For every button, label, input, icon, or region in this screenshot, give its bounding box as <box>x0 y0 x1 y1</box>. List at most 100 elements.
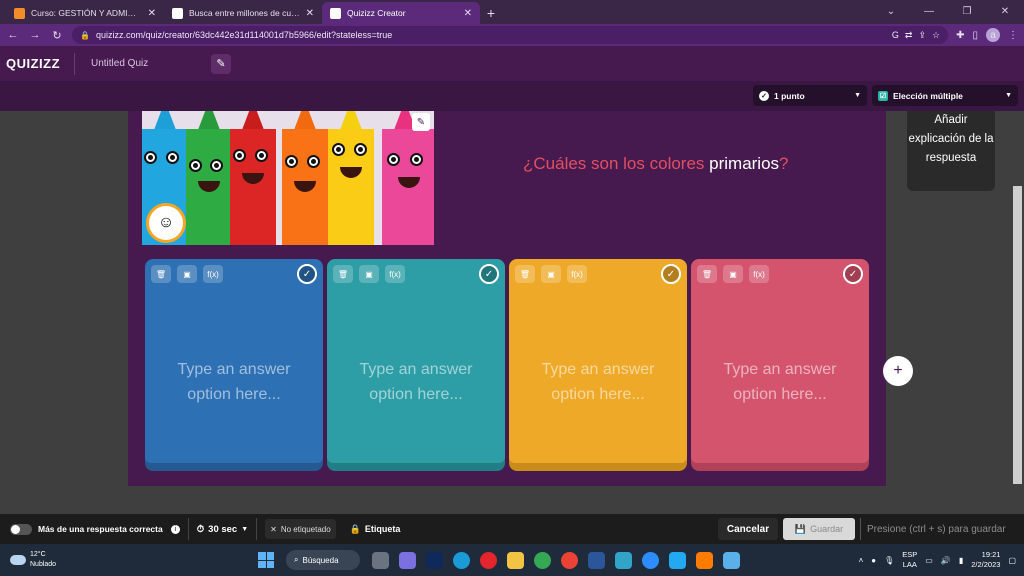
url-field[interactable]: 🔒 quizizz.com/quiz/creator/63dc442e31d11… <box>72 26 949 44</box>
star-icon[interactable]: ☆ <box>932 30 940 41</box>
chevron-down-icon[interactable]: ⌄ <box>872 0 910 22</box>
photos-icon[interactable] <box>723 551 740 569</box>
close-tab-icon[interactable]: ✕ <box>464 8 472 19</box>
browser-tab-search[interactable]: Busca entre millones de cuestion ✕ <box>164 2 322 24</box>
illustrator-icon[interactable] <box>696 551 713 569</box>
quizizz-logo[interactable]: QUIZIZZ <box>6 56 74 71</box>
notepad-icon[interactable] <box>615 551 632 569</box>
menu-icon[interactable]: ⋮ <box>1008 30 1018 41</box>
browser-tools: ✚ ▯ a ⋮ <box>956 28 1018 42</box>
taskbar-apps <box>372 551 740 569</box>
translate-icon[interactable]: ⇄ <box>905 30 913 41</box>
footer-divider <box>187 518 189 540</box>
quizizz-favicon-icon <box>172 7 183 19</box>
opera-icon[interactable] <box>480 551 497 569</box>
edit-title-button[interactable]: ✎ <box>211 53 231 74</box>
notifications-icon[interactable]: ▢ <box>1008 556 1016 565</box>
delete-icon[interactable]: 🗑 <box>515 265 535 283</box>
temperature: 12°C <box>30 551 46 558</box>
browser-tab-course[interactable]: Curso: GESTIÓN Y ADMINISTRAC ✕ <box>6 2 164 24</box>
answer-input[interactable]: Type an answer option here... <box>701 357 859 407</box>
delete-icon[interactable]: 🗑 <box>697 265 717 283</box>
scrollbar[interactable] <box>1013 186 1022 484</box>
image-icon[interactable]: ▣ <box>359 265 379 283</box>
lang-secondary: LAA <box>902 560 917 569</box>
formula-icon[interactable]: f(x) <box>203 265 223 283</box>
image-icon[interactable]: ▣ <box>177 265 197 283</box>
mark-correct-checkbox[interactable]: ✓ <box>297 264 317 284</box>
microphone-icon[interactable]: 🎙 <box>884 556 894 565</box>
question-image[interactable]: ☺ ✎ <box>142 111 434 245</box>
answer-input[interactable]: Type an answer option here... <box>519 357 677 407</box>
chrome-profile-icon[interactable] <box>561 551 578 569</box>
edge-icon[interactable] <box>453 551 470 569</box>
close-tab-icon[interactable]: ✕ <box>306 8 314 19</box>
multi-correct-toggle[interactable] <box>10 523 32 535</box>
mark-correct-checkbox[interactable]: ✓ <box>661 264 681 284</box>
share-icon[interactable]: ⇪ <box>918 30 926 41</box>
back-arrow-icon[interactable]: ← <box>6 29 20 41</box>
system-tray: ˄ ● 🎙 ESP LAA ▭ 🔊 ▮ 19:21 2/2/2023 ▢ <box>859 544 1016 576</box>
question-text[interactable]: ¿Cuáles son los colores primarios? <box>523 154 789 174</box>
mark-correct-checkbox[interactable]: ✓ <box>843 264 863 284</box>
answer-input[interactable]: Type an answer option here... <box>155 357 313 407</box>
tag-button[interactable]: 🔒 Etiqueta <box>350 524 401 535</box>
answer-input[interactable]: Type an answer option here... <box>337 357 495 407</box>
chevron-up-icon[interactable]: ˄ <box>859 556 864 565</box>
new-tab-button[interactable]: + <box>480 2 502 24</box>
file-explorer-icon[interactable] <box>507 551 524 569</box>
weather-widget[interactable]: 12°C Nublado <box>0 550 250 570</box>
chrome-icon[interactable] <box>534 551 551 569</box>
formula-icon[interactable]: f(x) <box>749 265 769 283</box>
delete-icon[interactable]: 🗑 <box>333 265 353 283</box>
language-indicator[interactable]: ESP LAA <box>902 550 917 570</box>
word-icon[interactable] <box>588 551 605 569</box>
vscode-icon[interactable] <box>669 551 686 569</box>
formula-icon[interactable]: f(x) <box>385 265 405 283</box>
quiz-title[interactable]: Untitled Quiz <box>81 58 211 69</box>
restore-icon[interactable]: ❐ <box>948 0 986 22</box>
browser-tab-creator[interactable]: Quizizz Creator ✕ <box>322 2 480 24</box>
question-text-part: ? <box>779 154 789 173</box>
points-label: 1 punto <box>774 90 805 101</box>
add-explanation-button[interactable]: Añadir explicación de la respuesta <box>907 111 995 191</box>
extensions-icon[interactable]: ✚ <box>956 30 964 41</box>
close-window-icon[interactable]: ✕ <box>986 0 1024 22</box>
timer-dropdown[interactable]: ⏱ 30 sec ▼ <box>197 524 248 535</box>
close-icon[interactable]: ✕ <box>270 525 277 534</box>
question-type-dropdown[interactable]: ☑ Elección múltiple ▼ <box>872 85 1018 106</box>
clock[interactable]: 19:21 2/2/2023 <box>971 550 1000 570</box>
edit-image-button[interactable]: ✎ <box>412 113 430 131</box>
battery-icon[interactable]: ▮ <box>959 556 963 565</box>
mark-correct-checkbox[interactable]: ✓ <box>479 264 499 284</box>
volume-icon[interactable]: 🔊 <box>941 556 951 565</box>
lang-primary: ESP <box>902 550 918 559</box>
image-icon[interactable]: ▣ <box>541 265 561 283</box>
question-settings-bar: ✓ 1 punto ▼ ☑ Elección múltiple ▼ <box>0 81 1024 111</box>
close-tab-icon[interactable]: ✕ <box>148 8 156 19</box>
image-icon[interactable]: ▣ <box>723 265 743 283</box>
teams-icon[interactable] <box>399 551 416 569</box>
reload-icon[interactable]: ↻ <box>50 29 64 42</box>
sidebar-icon[interactable]: ▯ <box>972 30 978 41</box>
google-icon[interactable]: G <box>892 30 899 40</box>
save-button[interactable]: 💾 Guardar <box>783 518 855 540</box>
cancel-button[interactable]: Cancelar <box>718 518 778 540</box>
info-icon[interactable]: i <box>170 524 180 534</box>
forward-arrow-icon[interactable]: → <box>28 29 42 41</box>
taskbar-search[interactable]: ⌕ Búsqueda <box>286 550 360 570</box>
untagged-chip[interactable]: ✕ No etiquetado <box>265 519 336 539</box>
task-view-icon[interactable] <box>372 551 389 569</box>
minimize-icon[interactable]: — <box>910 0 948 22</box>
points-dropdown[interactable]: ✓ 1 punto ▼ <box>753 85 867 106</box>
zoom-icon[interactable] <box>642 551 659 569</box>
formula-icon[interactable]: f(x) <box>567 265 587 283</box>
profile-avatar[interactable]: a <box>986 28 1000 42</box>
question-text-part: ¿Cuáles son los colores <box>523 154 710 173</box>
network-status-icon[interactable]: ● <box>871 556 876 565</box>
add-option-button[interactable]: + <box>883 356 913 386</box>
windows-start-icon[interactable] <box>258 552 274 568</box>
photoshop-icon[interactable] <box>426 551 443 569</box>
delete-icon[interactable]: 🗑 <box>151 265 171 283</box>
display-icon[interactable]: ▭ <box>925 556 933 565</box>
